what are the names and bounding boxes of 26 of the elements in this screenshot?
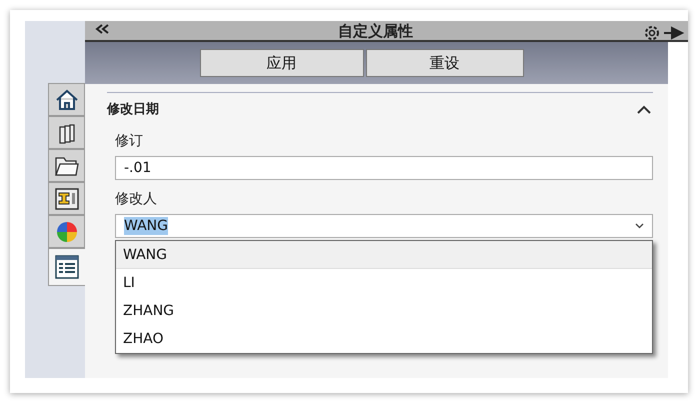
side-tab[interactable] bbox=[48, 83, 85, 116]
collapse-icon[interactable] bbox=[95, 24, 109, 34]
property-list-icon bbox=[55, 255, 79, 279]
side-tab[interactable] bbox=[48, 182, 85, 215]
dropdown-option[interactable]: WANG bbox=[116, 241, 652, 269]
folder-icon bbox=[54, 154, 80, 176]
reset-button[interactable]: 重设 bbox=[366, 49, 524, 77]
layout-icon bbox=[54, 188, 78, 210]
dropdown-field[interactable]: WANG bbox=[115, 214, 653, 238]
dropdown-option[interactable]: LI bbox=[116, 269, 652, 297]
input-field[interactable]: -.01 bbox=[115, 156, 653, 180]
apply-button[interactable]: 应用 bbox=[200, 49, 364, 77]
panel-title: 自定义属性 bbox=[338, 23, 413, 40]
home-icon bbox=[54, 88, 78, 112]
side-tab[interactable] bbox=[48, 248, 85, 286]
color-wheel-icon bbox=[54, 220, 78, 244]
section-title: 修改日期 bbox=[107, 101, 159, 118]
chevron-icon[interactable] bbox=[637, 104, 651, 114]
side-tab[interactable] bbox=[48, 149, 85, 182]
settings-icon[interactable] bbox=[642, 24, 686, 40]
field-label: 修改人 bbox=[115, 190, 158, 208]
dropdown-option[interactable]: ZHAO bbox=[116, 325, 652, 353]
dropdown-option[interactable]: ZHANG bbox=[116, 297, 652, 325]
caret-icon bbox=[635, 223, 644, 229]
field-label: 修订 bbox=[115, 132, 144, 150]
side-tab[interactable] bbox=[48, 116, 85, 149]
